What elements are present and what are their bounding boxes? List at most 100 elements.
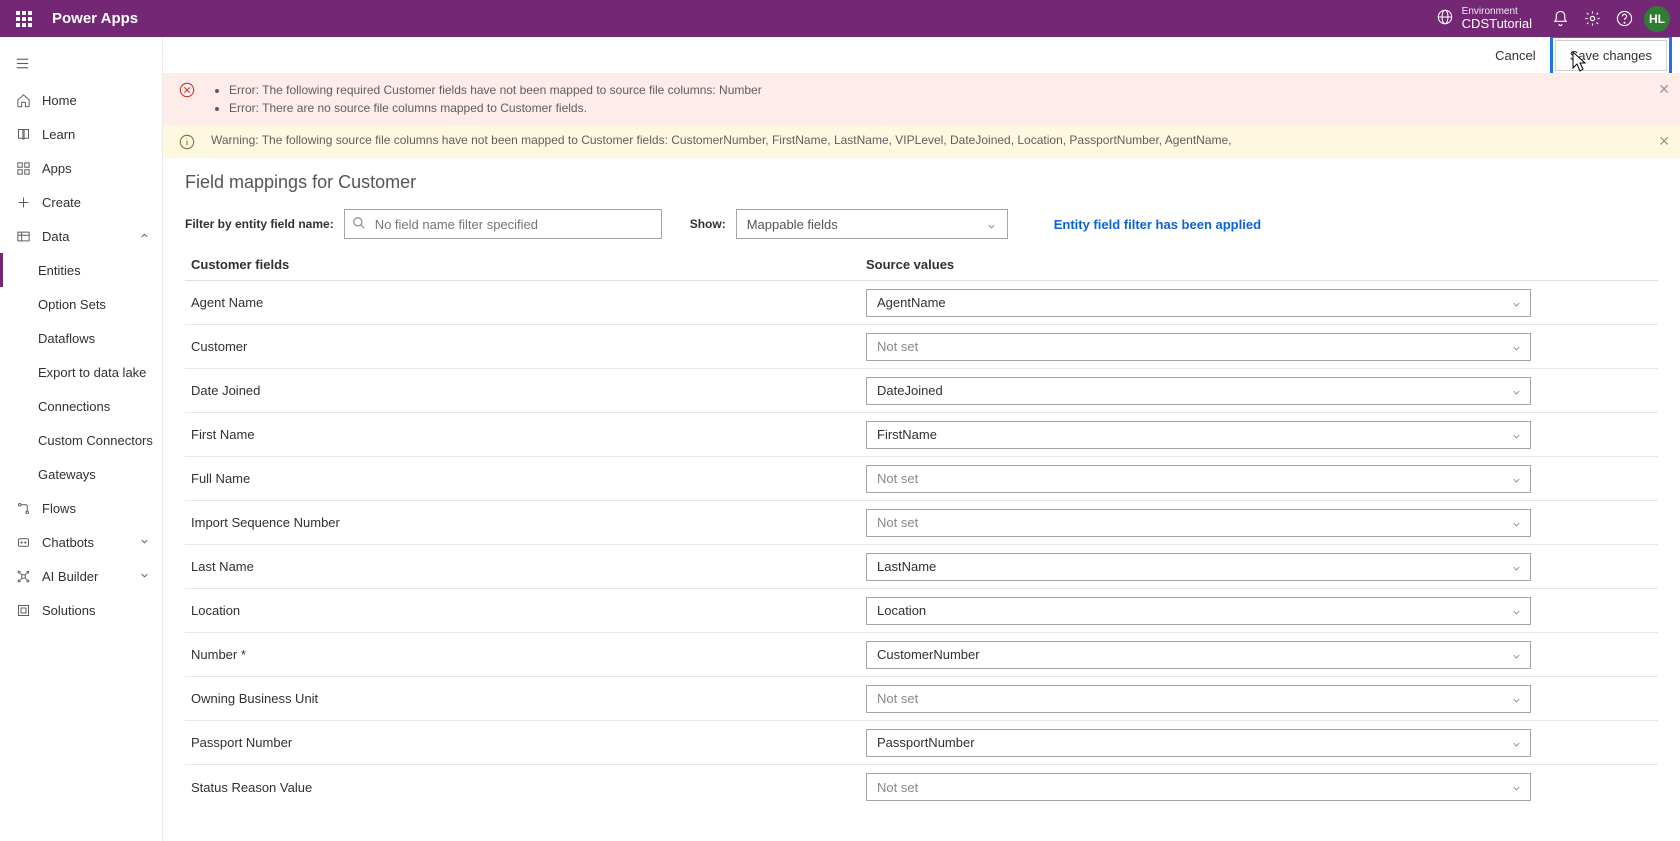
- show-label: Show:: [690, 217, 726, 231]
- mapping-select[interactable]: DateJoined: [866, 377, 1531, 405]
- mapping-select[interactable]: Not set: [866, 333, 1531, 361]
- content: Field mappings for Customer Filter by en…: [163, 158, 1680, 841]
- data-icon: [14, 229, 32, 244]
- environment-icon: [1436, 8, 1454, 29]
- mapping-value: Not set: [877, 515, 918, 530]
- mapping-row: Agent NameAgentName: [185, 281, 1658, 325]
- chatbots-icon: [14, 535, 32, 550]
- nav-entities[interactable]: Entities: [0, 253, 162, 287]
- nav-toggle-icon[interactable]: [2, 43, 42, 83]
- nav-label: Solutions: [42, 603, 95, 618]
- mapping-row: LocationLocation: [185, 589, 1658, 633]
- help-icon[interactable]: [1608, 3, 1640, 35]
- app-title: Power Apps: [52, 10, 1436, 27]
- main-area: Cancel Save changes Error: The following…: [163, 37, 1680, 841]
- filter-label: Filter by entity field name:: [185, 217, 334, 231]
- learn-icon: [14, 127, 32, 142]
- error-line: Error: There are no source file columns …: [229, 99, 762, 117]
- nav-gateways[interactable]: Gateways: [0, 457, 162, 491]
- chevron-down-icon: [139, 569, 150, 584]
- save-changes-button[interactable]: Save changes: [1555, 40, 1667, 71]
- chevron-up-icon: [139, 229, 150, 244]
- nav-custom-connectors[interactable]: Custom Connectors: [0, 423, 162, 457]
- mapping-value: Not set: [877, 471, 918, 486]
- cancel-button[interactable]: Cancel: [1483, 42, 1547, 69]
- mapping-row: CustomerNot set: [185, 325, 1658, 369]
- mapping-table-header: Customer fields Source values: [185, 257, 1658, 281]
- notifications-icon[interactable]: [1544, 3, 1576, 35]
- info-icon: [179, 134, 195, 150]
- warning-text: Warning: The following source file colum…: [211, 133, 1232, 147]
- command-bar: Cancel Save changes: [163, 37, 1680, 73]
- mapping-rows: Agent NameAgentNameCustomerNot setDate J…: [185, 281, 1658, 809]
- mapping-select[interactable]: Not set: [866, 685, 1531, 713]
- app-launcher-icon[interactable]: [10, 5, 38, 33]
- mapping-select[interactable]: Location: [866, 597, 1531, 625]
- mapping-select[interactable]: CustomerNumber: [866, 641, 1531, 669]
- mapping-value: Location: [877, 603, 926, 618]
- nav-option-sets[interactable]: Option Sets: [0, 287, 162, 321]
- mapping-label: Agent Name: [185, 295, 866, 310]
- mapping-value: Not set: [877, 339, 918, 354]
- error-icon: [179, 82, 195, 98]
- left-nav: Home Learn Apps Create Data Entities Opt…: [0, 37, 163, 841]
- settings-icon[interactable]: [1576, 3, 1608, 35]
- nav-learn[interactable]: Learn: [0, 117, 162, 151]
- nav-data[interactable]: Data: [0, 219, 162, 253]
- nav-dataflows[interactable]: Dataflows: [0, 321, 162, 355]
- error-banner: Error: The following required Customer f…: [163, 73, 1680, 125]
- chevron-down-icon: [1511, 430, 1522, 445]
- show-dropdown[interactable]: Mappable fields: [736, 209, 1008, 239]
- mapping-label: Owning Business Unit: [185, 691, 866, 706]
- nav-apps[interactable]: Apps: [0, 151, 162, 185]
- close-icon[interactable]: ✕: [1658, 81, 1670, 98]
- nav-create[interactable]: Create: [0, 185, 162, 219]
- error-list: Error: The following required Customer f…: [211, 81, 762, 117]
- nav-label: Data: [42, 229, 69, 244]
- top-header: Power Apps Environment CDSTutorial HL: [0, 0, 1680, 37]
- nav-label: Gateways: [38, 467, 96, 482]
- close-icon[interactable]: ✕: [1658, 133, 1670, 150]
- nav-solutions[interactable]: Solutions: [0, 593, 162, 627]
- nav-label: Entities: [38, 263, 81, 278]
- mapping-value: DateJoined: [877, 383, 943, 398]
- nav-flows[interactable]: Flows: [0, 491, 162, 525]
- filter-search: [344, 209, 662, 239]
- mapping-select[interactable]: FirstName: [866, 421, 1531, 449]
- nav-label: Flows: [42, 501, 76, 516]
- chevron-down-icon: [1511, 694, 1522, 709]
- environment-picker[interactable]: Environment CDSTutorial: [1436, 6, 1532, 31]
- mapping-select[interactable]: Not set: [866, 465, 1531, 493]
- mapping-label: Number *: [185, 647, 866, 662]
- mapping-select[interactable]: Not set: [866, 773, 1531, 801]
- nav-chatbots[interactable]: Chatbots: [0, 525, 162, 559]
- mapping-value: FirstName: [877, 427, 937, 442]
- mapping-select[interactable]: AgentName: [866, 289, 1531, 317]
- nav-export[interactable]: Export to data lake: [0, 355, 162, 389]
- show-value: Mappable fields: [747, 217, 838, 232]
- chevron-down-icon: [1511, 342, 1522, 357]
- mapping-select[interactable]: LastName: [866, 553, 1531, 581]
- filter-row: Filter by entity field name: Show: Mappa…: [185, 209, 1658, 239]
- warning-banner: Warning: The following source file colum…: [163, 125, 1680, 158]
- mapping-select[interactable]: PassportNumber: [866, 729, 1531, 757]
- nav-connections[interactable]: Connections: [0, 389, 162, 423]
- nav-label: Home: [42, 93, 77, 108]
- chevron-down-icon: [1511, 782, 1522, 797]
- mapping-row: Owning Business UnitNot set: [185, 677, 1658, 721]
- mapping-row: Number *CustomerNumber: [185, 633, 1658, 677]
- mapping-label: Date Joined: [185, 383, 866, 398]
- nav-home[interactable]: Home: [0, 83, 162, 117]
- environment-text: Environment CDSTutorial: [1462, 6, 1532, 31]
- filter-input[interactable]: [344, 209, 662, 239]
- nav-ai-builder[interactable]: AI Builder: [0, 559, 162, 593]
- nav-label: AI Builder: [42, 569, 98, 584]
- ai-builder-icon: [14, 569, 32, 584]
- chevron-down-icon: [1511, 650, 1522, 665]
- chevron-down-icon: [986, 220, 997, 235]
- nav-label: Export to data lake: [38, 365, 146, 380]
- user-avatar[interactable]: HL: [1644, 6, 1670, 32]
- mapping-label: Import Sequence Number: [185, 515, 866, 530]
- mapping-select[interactable]: Not set: [866, 509, 1531, 537]
- nav-label: Option Sets: [38, 297, 106, 312]
